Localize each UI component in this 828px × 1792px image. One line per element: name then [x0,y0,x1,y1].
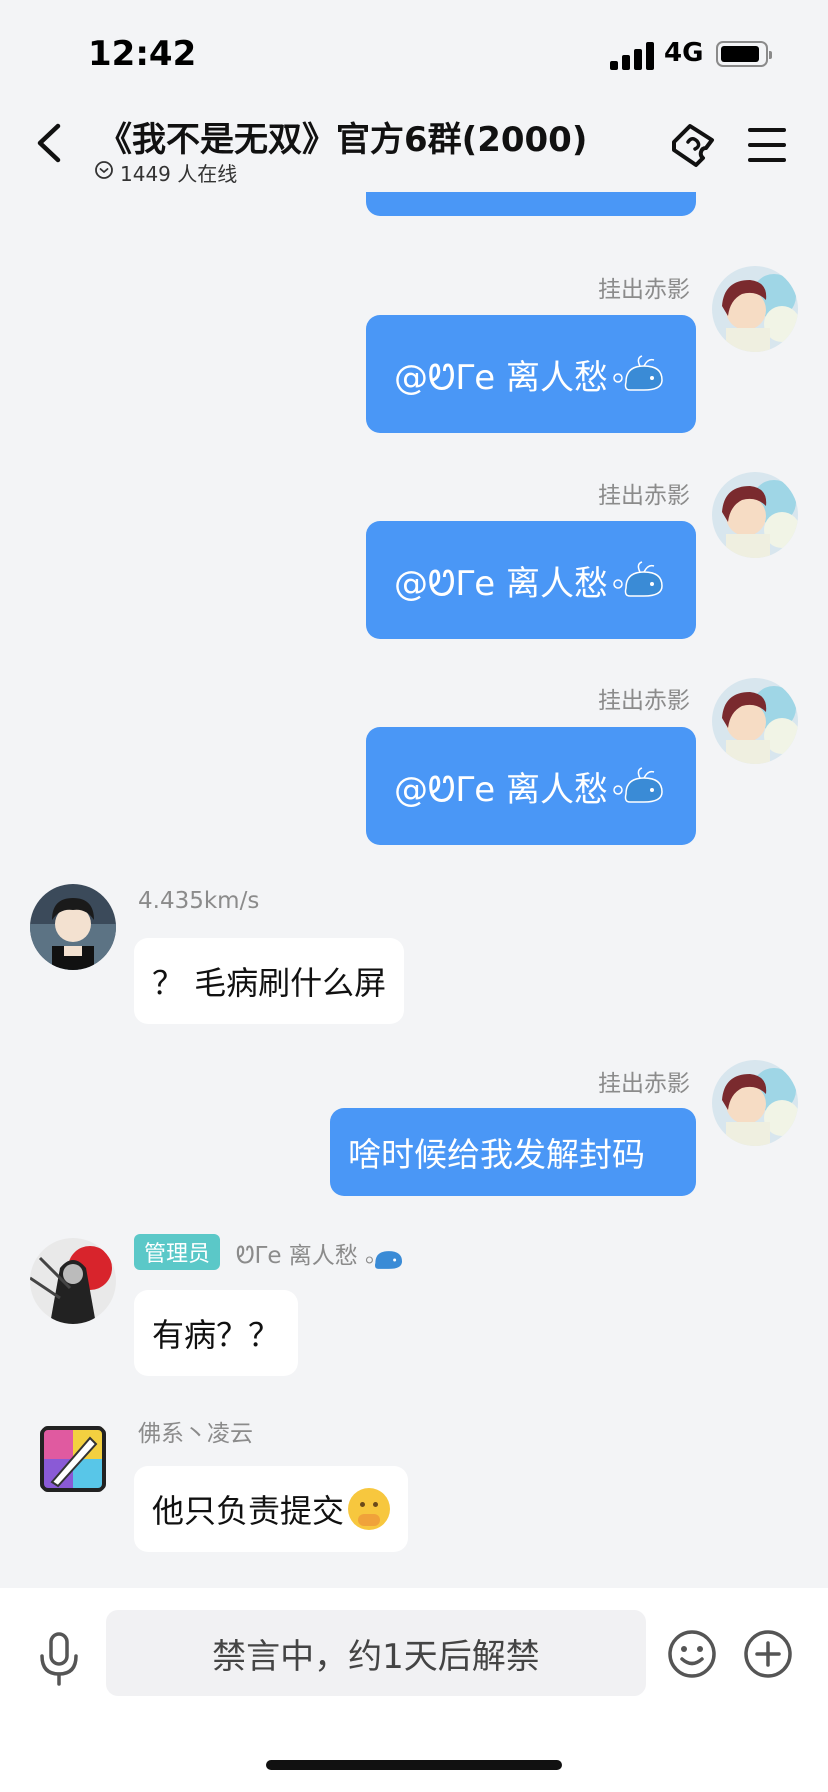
message-bubble[interactable]: ？ 毛病刷什么屏 [134,938,405,1024]
sender-name: 挂出赤影 [598,483,690,509]
clock-icon [95,161,113,179]
message-bubble[interactable]: 有病？？ [134,1290,299,1376]
sender-name: 挂出赤影 [598,1071,690,1097]
sender-name: 佛系丶凌云 [138,1421,253,1447]
signal-icon [610,42,654,70]
mic-icon [40,1632,78,1686]
admin-badge: 管理员 [134,1234,221,1270]
avatar[interactable] [30,1416,116,1502]
avatar[interactable] [712,1060,798,1146]
ticket-icon [672,124,714,167]
message-bubble-partial[interactable] [366,192,696,216]
sender-name: 挂出赤影 [598,277,690,303]
home-indicator[interactable] [266,1760,562,1770]
whale-icon [613,767,663,803]
whale-icon [613,355,663,391]
network-type: 4G [664,38,704,68]
sender-name: 挂出赤影 [598,688,690,714]
message-list[interactable]: 挂出赤影 @ᏬΓе 离人愁 挂出赤影 @ᏬΓе 离人愁 挂出赤影 @ᏬΓе 离人… [0,192,828,1588]
message-bubble[interactable]: @ᏬΓе 离人愁 [366,727,696,845]
avatar[interactable] [30,884,116,970]
sender-name: 4.435km/s [138,888,260,914]
group-title[interactable]: 《我不是无双》官方6群(2000) [98,112,587,161]
message-bubble[interactable]: 他只负责提交 [134,1466,409,1552]
status-time: 12:42 [88,34,197,74]
menu-button[interactable] [748,128,786,162]
back-icon [37,123,61,163]
whale-icon [366,1250,403,1269]
emoji-icon [668,1630,716,1678]
ticket-button[interactable] [668,122,720,168]
sender-name: ᏬΓе 离人愁 [236,1236,405,1272]
avatar[interactable] [712,678,798,764]
status-bar: 12:42 4G [0,0,828,100]
more-button[interactable] [742,1628,794,1680]
avatar[interactable] [712,266,798,352]
message-bubble[interactable]: @ᏬΓе 离人愁 [366,315,696,433]
whale-icon [613,561,663,597]
voice-button[interactable] [38,1632,80,1686]
back-button[interactable] [30,120,70,166]
battery-icon [716,41,772,67]
menu-icon [748,128,786,132]
avatar[interactable] [30,1238,116,1324]
message-bubble[interactable]: 啥时候给我发解封码 [330,1108,696,1196]
plus-icon [744,1630,792,1678]
avatar[interactable] [712,472,798,558]
message-input-muted[interactable]: 禁言中，约1天后解禁 [106,1610,646,1696]
online-count-text: 1449 人在线 [120,162,238,186]
chat-header: 《我不是无双》官方6群(2000) 1449 人在线 [0,100,828,192]
emoji-button[interactable] [666,1628,718,1680]
thinking-emoji-icon [348,1488,391,1530]
message-bubble[interactable]: @ᏬΓе 离人愁 [366,521,696,639]
